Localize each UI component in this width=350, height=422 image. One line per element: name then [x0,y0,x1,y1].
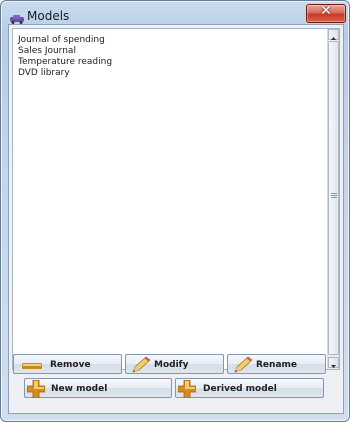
window-title: Models [27,9,70,23]
pencil-icon [232,356,254,377]
rename-button[interactable]: Rename [227,354,326,374]
modify-label: Modify [154,360,189,370]
vertical-scrollbar[interactable] [327,29,339,369]
scroll-thumb[interactable] [328,41,339,355]
list-item[interactable]: DVD library [18,68,70,78]
derived-model-label: Derived model [203,384,277,394]
models-list[interactable]: Journal of spending Sales Journal Temper… [12,28,340,370]
list-item[interactable]: Sales Journal [18,46,76,56]
close-icon: ✕ [320,3,332,19]
plus-icon [177,379,197,401]
new-model-label: New model [51,384,108,394]
car-icon [9,11,25,24]
rename-label: Rename [256,360,297,370]
remove-button[interactable]: Remove [13,354,122,374]
minus-bar-icon [22,362,42,372]
scroll-down-button[interactable] [328,357,339,368]
list-item[interactable]: Journal of spending [18,35,105,45]
modify-button[interactable]: Modify [125,354,224,374]
derived-model-button[interactable]: Derived model [175,378,324,401]
close-button[interactable]: ✕ [306,3,346,23]
pencil-icon [130,356,152,377]
models-window: Models ✕ Journal of spending Sales Journ… [0,0,350,422]
remove-label: Remove [50,360,91,370]
list-item[interactable]: Temperature reading [18,57,112,67]
client-area: Journal of spending Sales Journal Temper… [8,24,344,414]
plus-icon [26,379,46,401]
arrow-down-icon [331,365,336,368]
new-model-button[interactable]: New model [24,378,172,401]
scroll-up-button[interactable] [328,29,339,40]
